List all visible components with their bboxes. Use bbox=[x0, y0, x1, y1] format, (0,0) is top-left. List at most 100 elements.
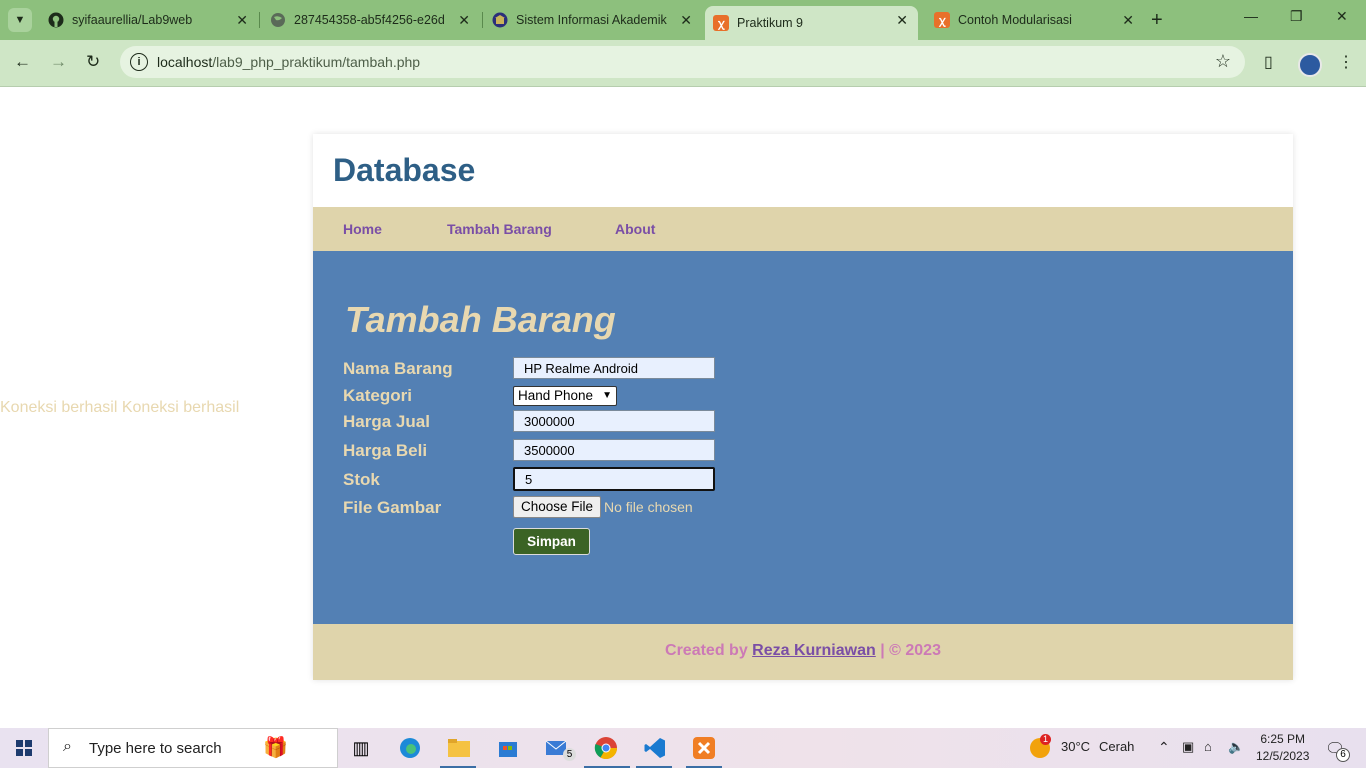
nama-barang-label: Nama Barang bbox=[343, 359, 453, 378]
restore-icon[interactable]: ❐ bbox=[1290, 8, 1303, 25]
taskbar-search[interactable]: ⌕ Type here to search 🎁 bbox=[48, 728, 338, 768]
network-icon[interactable]: ⌂ bbox=[1204, 739, 1212, 754]
tab-praktikum-9[interactable]: ꭓ Praktikum 9 ✕ bbox=[705, 6, 918, 40]
new-tab-button[interactable]: + bbox=[1151, 9, 1163, 32]
edge-icon[interactable] bbox=[396, 734, 424, 762]
tab-title: Contoh Modularisasi bbox=[958, 13, 1072, 27]
tab-title: Sistem Informasi Akademik bbox=[516, 13, 667, 27]
xampp-icon: ꭓ bbox=[713, 15, 729, 31]
weather-icon[interactable]: 1 bbox=[1030, 734, 1051, 758]
nav-about[interactable]: About bbox=[615, 221, 655, 237]
footer-author-link[interactable]: Reza Kurniawan bbox=[752, 642, 876, 659]
file-gambar-label: File Gambar bbox=[343, 498, 442, 517]
tab-title: syifaaurellia/Lab9web bbox=[72, 13, 193, 27]
page-container: Database Home Tambah Barang About Tambah… bbox=[313, 134, 1293, 680]
nav-tambah-barang[interactable]: Tambah Barang bbox=[447, 221, 552, 237]
simpan-button[interactable]: Simpan bbox=[513, 528, 590, 555]
nav-home[interactable]: Home bbox=[343, 221, 382, 237]
file-explorer-icon[interactable] bbox=[445, 734, 473, 762]
url-host: localhost bbox=[157, 54, 213, 70]
page-heading: Tambah Barang bbox=[345, 299, 616, 340]
browser-toolbar: ← → ↻ i localhost/lab9_php_praktikum/tam… bbox=[0, 40, 1366, 87]
github-icon bbox=[48, 12, 64, 28]
weather-desc: Cerah bbox=[1099, 739, 1135, 754]
site-info-icon[interactable]: i bbox=[130, 53, 148, 71]
mail-badge: 5 bbox=[563, 748, 576, 761]
chevron-down-icon: ▼ bbox=[14, 14, 26, 26]
browser-tab-strip: ▼ syifaaurellia/Lab9web ✕ 287454358-ab5f… bbox=[0, 0, 1366, 40]
tab-github[interactable]: syifaaurellia/Lab9web ✕ bbox=[40, 0, 258, 40]
main-content: Tambah Barang Nama Barang Kategori Hand … bbox=[313, 251, 1293, 624]
url-text: localhost/lab9_php_praktikum/tambah.php bbox=[157, 54, 420, 70]
tab-search-button[interactable]: ▼ bbox=[8, 8, 32, 32]
minimize-icon[interactable]: — bbox=[1244, 8, 1258, 24]
close-window-icon[interactable]: ✕ bbox=[1336, 8, 1348, 25]
kategori-label: Kategori bbox=[343, 386, 412, 405]
tab-title: 287454358-ab5f4256-e26d- bbox=[294, 13, 444, 27]
university-icon bbox=[492, 12, 508, 28]
nama-barang-input[interactable] bbox=[513, 357, 715, 379]
kategori-selected-value: Hand Phone bbox=[518, 388, 594, 403]
site-title: Database bbox=[333, 152, 476, 188]
mail-icon[interactable]: 5 bbox=[543, 734, 576, 762]
file-status-text: No file chosen bbox=[604, 499, 693, 515]
weather-temp: 30°C bbox=[1061, 739, 1091, 754]
chrome-icon[interactable] bbox=[592, 734, 620, 762]
back-arrow-icon[interactable]: ← bbox=[14, 52, 31, 72]
side-panel-icon[interactable]: ▯ bbox=[1264, 52, 1273, 72]
address-bar[interactable]: i localhost/lab9_php_praktikum/tambah.ph… bbox=[120, 46, 1245, 78]
main-nav: Home Tambah Barang About bbox=[313, 207, 1293, 251]
site-footer: Created by Reza Kurniawan | © 2023 bbox=[313, 624, 1293, 680]
windows-start-icon[interactable] bbox=[16, 740, 32, 756]
tab-modularisasi[interactable]: ꭓ Contoh Modularisasi ✕ bbox=[926, 0, 1144, 40]
globe-icon bbox=[270, 12, 286, 28]
xampp-icon: ꭓ bbox=[934, 12, 950, 28]
microsoft-store-icon[interactable] bbox=[494, 734, 522, 762]
stok-input[interactable] bbox=[513, 467, 715, 491]
chevron-down-icon: ▼ bbox=[602, 390, 612, 401]
footer-prefix: Created by bbox=[665, 642, 748, 659]
reload-icon[interactable]: ↻ bbox=[86, 52, 100, 72]
bookmark-star-icon[interactable]: ☆ bbox=[1215, 51, 1231, 72]
stok-label: Stok bbox=[343, 470, 380, 489]
harga-beli-label: Harga Beli bbox=[343, 441, 428, 460]
tab-separator bbox=[259, 12, 260, 28]
svg-text:ꭓ: ꭓ bbox=[938, 15, 946, 27]
close-icon[interactable]: ✕ bbox=[896, 12, 908, 29]
harga-jual-label: Harga Jual bbox=[343, 412, 430, 431]
svg-text:ꭓ: ꭓ bbox=[717, 18, 725, 30]
tab-image[interactable]: 287454358-ab5f4256-e26d- ✕ bbox=[262, 0, 480, 40]
close-icon[interactable]: ✕ bbox=[1122, 12, 1134, 29]
search-icon: ⌕ bbox=[63, 738, 72, 755]
site-header: Database bbox=[313, 134, 1293, 207]
footer-text: Created by Reza Kurniawan | © 2023 bbox=[313, 642, 1293, 660]
harga-beli-input[interactable] bbox=[513, 439, 715, 461]
taskbar-search-placeholder: Type here to search bbox=[89, 740, 222, 757]
meet-now-icon[interactable]: ▣ bbox=[1182, 739, 1194, 755]
profile-avatar[interactable] bbox=[1298, 53, 1322, 77]
footer-suffix: | © 2023 bbox=[880, 642, 941, 659]
tab-siakad[interactable]: Sistem Informasi Akademik ✕ bbox=[484, 0, 702, 40]
task-view-icon[interactable]: ▥ bbox=[347, 734, 375, 762]
weather-alert-badge: 1 bbox=[1040, 734, 1051, 745]
choose-file-button[interactable]: Choose File bbox=[513, 496, 601, 518]
gifts-icon: 🎁 bbox=[263, 737, 288, 759]
windows-taskbar: ⌕ Type here to search 🎁 ▥ 5 1 30°C Cerah… bbox=[0, 728, 1366, 768]
tab-title: Praktikum 9 bbox=[737, 16, 803, 30]
more-menu-icon[interactable]: ⋮ bbox=[1338, 52, 1354, 72]
kategori-select[interactable]: Hand Phone ▼ bbox=[513, 386, 617, 406]
vscode-icon[interactable] bbox=[641, 734, 669, 762]
close-icon[interactable]: ✕ bbox=[236, 12, 248, 29]
xampp-icon[interactable] bbox=[690, 734, 718, 762]
system-clock[interactable]: 6:25 PM 12/5/2023 bbox=[1256, 731, 1309, 765]
close-icon[interactable]: ✕ bbox=[680, 12, 692, 29]
chevron-up-icon[interactable]: ⌃ bbox=[1158, 739, 1170, 756]
harga-jual-input[interactable] bbox=[513, 410, 715, 432]
volume-icon[interactable]: 🔈 bbox=[1228, 739, 1244, 755]
close-icon[interactable]: ✕ bbox=[458, 12, 470, 29]
clock-time: 6:25 PM bbox=[1260, 732, 1306, 746]
forward-arrow-icon[interactable]: → bbox=[50, 52, 67, 72]
notification-badge: 6 bbox=[1336, 748, 1350, 762]
tab-separator bbox=[482, 12, 483, 28]
url-path: /lab9_php_praktikum/tambah.php bbox=[212, 54, 421, 70]
